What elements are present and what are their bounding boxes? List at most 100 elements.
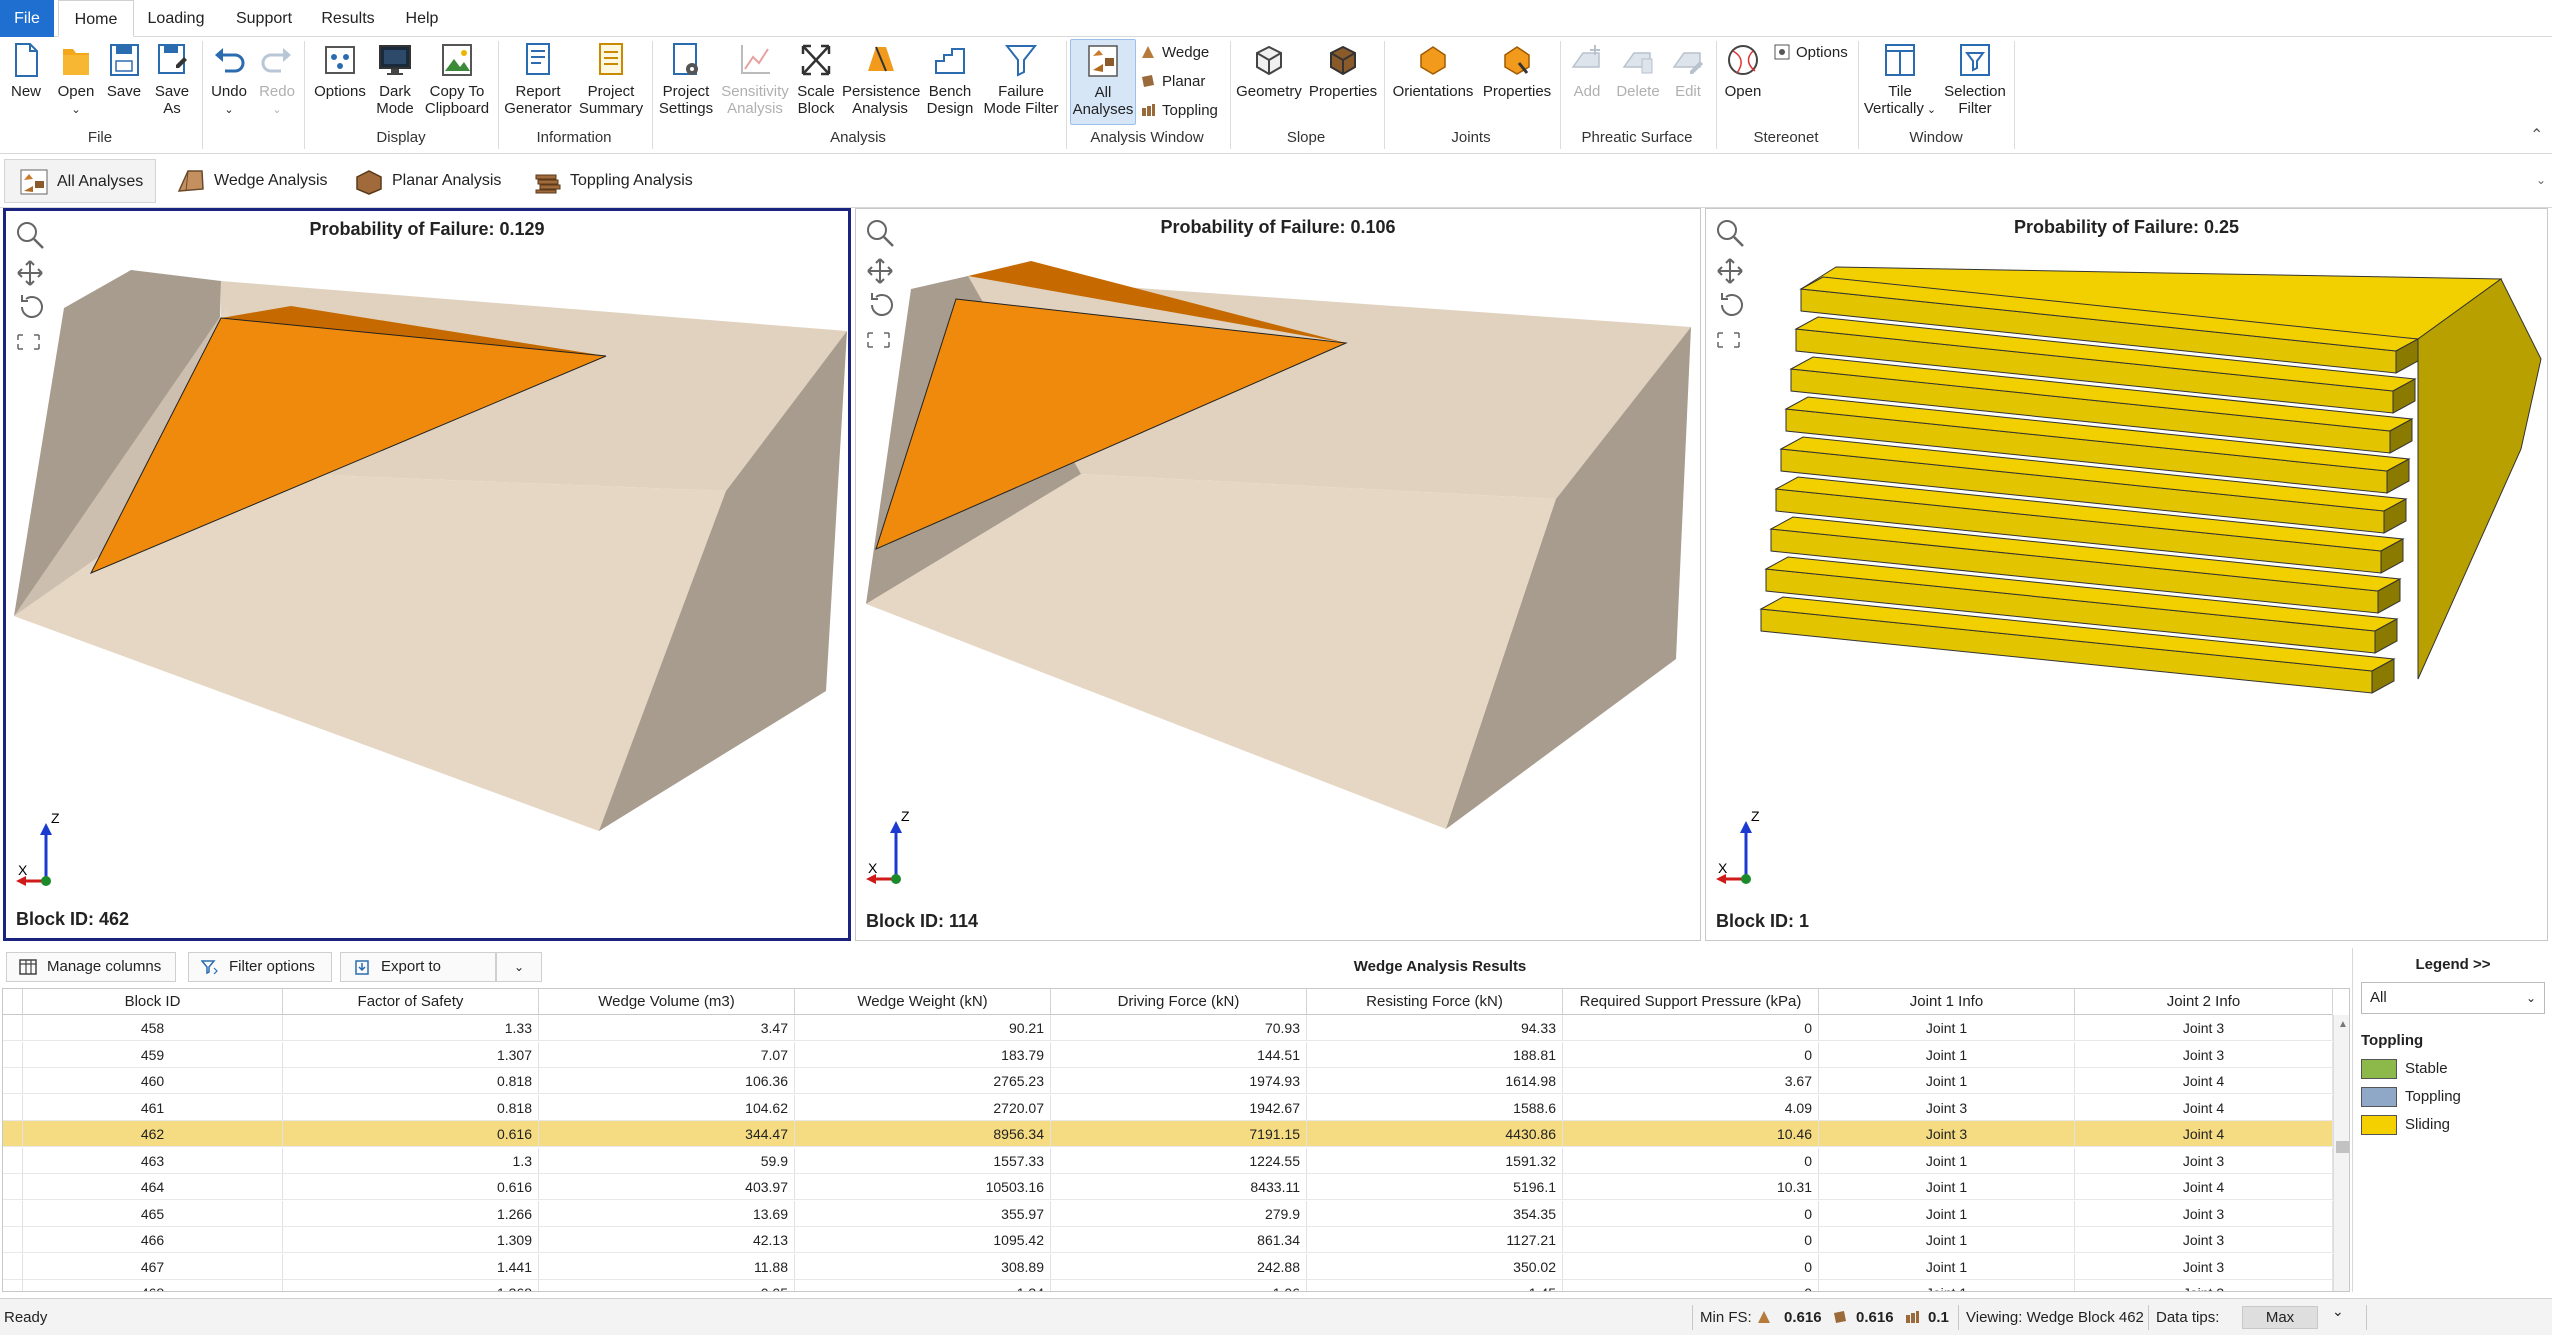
zoom-extents-icon[interactable]: [1717, 332, 1740, 348]
table-row[interactable]: 465 1.266 13.69 355.97 279.9 354.35 0 Joint 1 Jo…: [3, 1200, 2333, 1227]
collapse-ribbon-icon[interactable]: ⌃: [2530, 125, 2543, 145]
table-row[interactable]: 467 1.441 11.88 308.89 242.88 350.02 0 Joint 1J…: [3, 1253, 2333, 1280]
table-row[interactable]: 461 0.818 104.62 2720.07 1942.67 1588.6 4.09 Jo…: [3, 1094, 2333, 1121]
tab-all-analyses[interactable]: All Analyses: [4, 159, 156, 203]
row-header[interactable]: [3, 1121, 23, 1147]
menu-home[interactable]: Home: [58, 0, 134, 37]
persistence-analysis-button[interactable]: Persistence Analysis: [842, 41, 920, 117]
column-header[interactable]: Driving Force (kN): [1051, 989, 1307, 1015]
pan-icon[interactable]: [17, 260, 43, 286]
table-row[interactable]: 466 1.309 42.13 1095.42 861.34 1127.21 0 Joint …: [3, 1227, 2333, 1253]
chevron-down-icon[interactable]: ⌄: [2332, 1303, 2344, 1320]
column-header[interactable]: Resisting Force (kN): [1307, 989, 1563, 1015]
column-header[interactable]: Joint 1 Info: [1819, 989, 2075, 1015]
column-header[interactable]: Required Support Pressure (kPa): [1563, 989, 1819, 1015]
legend-header[interactable]: Legend >>: [2353, 956, 2552, 973]
table-row[interactable]: 460 0.818 106.36 2765.23 1974.93 1614.98 3.67 J…: [3, 1068, 2333, 1094]
scroll-up-icon[interactable]: ▲: [2338, 1019, 2348, 1030]
table-row[interactable]: 458 1.33 3.47 90.21 70.93 94.33 0 Joint 1 Joint …: [3, 1015, 2333, 1041]
open-button[interactable]: Open ⌄: [54, 41, 98, 119]
table-row[interactable]: 4681.3680.051.341.061.450Joint 1Joint 3: [3, 1280, 2333, 1291]
bench-design-button[interactable]: Bench Design: [922, 41, 978, 117]
column-header[interactable]: Wedge Weight (kN): [795, 989, 1051, 1015]
viewport-wedge[interactable]: Probability of Failure: 0.129 Z X Block …: [3, 208, 851, 941]
manage-columns-button[interactable]: Manage columns: [6, 952, 176, 982]
viewport-toppling[interactable]: Probability of Failure: 0.25 Z X Block I…: [1705, 208, 2548, 941]
menu-results[interactable]: Results: [312, 0, 384, 37]
redo-button[interactable]: Redo ⌄: [256, 41, 298, 119]
row-header[interactable]: [3, 1041, 23, 1068]
tab-planar-analysis[interactable]: Planar Analysis: [340, 159, 510, 203]
table-row[interactable]: 464 0.616 403.97 10503.16 8433.11 5196.1 10.31…: [3, 1174, 2333, 1200]
failure-mode-filter-button[interactable]: Failure Mode Filter: [980, 41, 1062, 117]
legend-filter-select[interactable]: All ⌄: [2361, 982, 2545, 1014]
save-button[interactable]: Save: [104, 41, 144, 100]
report-generator-button[interactable]: Report Generator: [504, 41, 572, 117]
stereonet-open-button[interactable]: Open: [1720, 41, 1766, 100]
sensitivity-analysis-button[interactable]: Sensitivity Analysis: [720, 41, 790, 117]
stereonet-options-button[interactable]: Options: [1774, 43, 1848, 63]
phreatic-add-button[interactable]: Add: [1564, 41, 1610, 100]
project-settings-button[interactable]: Project Settings: [656, 41, 716, 117]
export-csv-button[interactable]: Export to CSV...: [340, 952, 496, 1003]
row-header[interactable]: [3, 1227, 23, 1253]
zoom-extents-icon[interactable]: [867, 332, 890, 348]
rotate-icon[interactable]: [1721, 293, 1743, 316]
slope-properties-button[interactable]: Properties: [1306, 41, 1380, 100]
planar-window-button[interactable]: Planar: [1140, 72, 1205, 92]
selection-filter-button[interactable]: Selection Filter: [1940, 41, 2010, 117]
dark-mode-button[interactable]: Dark Mode: [372, 41, 418, 117]
table-row[interactable]: 462 0.616 344.47 8956.34 7191.15 4430.86 10.46…: [3, 1121, 2333, 1147]
zoom-extents-icon[interactable]: [17, 334, 40, 350]
row-header[interactable]: [3, 1147, 23, 1174]
row-header[interactable]: [3, 1068, 23, 1094]
pan-icon[interactable]: [1717, 258, 1743, 284]
rotate-icon[interactable]: [21, 295, 43, 318]
row-header[interactable]: [3, 1015, 23, 1041]
row-header[interactable]: [3, 1094, 23, 1121]
all-analyses-button[interactable]: All Analyses: [1070, 39, 1136, 125]
tab-toppling-analysis[interactable]: Toppling Analysis: [518, 159, 698, 203]
rotate-icon[interactable]: [871, 293, 893, 316]
menu-support[interactable]: Support: [228, 0, 300, 37]
scale-block-button[interactable]: Scale Block: [794, 41, 838, 117]
data-tips-select[interactable]: Max: [2242, 1306, 2318, 1329]
zoom-icon[interactable]: [17, 222, 44, 249]
row-header[interactable]: [3, 1174, 23, 1200]
column-header[interactable]: Joint 2 Info: [2075, 989, 2333, 1015]
menu-file[interactable]: File: [0, 0, 54, 37]
table-row[interactable]: 463 1.3 59.9 1557.33 1224.55 1591.32 0 Joint 1J…: [3, 1147, 2333, 1174]
menu-help[interactable]: Help: [396, 0, 448, 37]
filter-options-button[interactable]: Filter options: [188, 952, 332, 982]
toppling-window-button[interactable]: Toppling: [1140, 101, 1218, 121]
row-header[interactable]: [3, 1253, 23, 1280]
options-button[interactable]: Options: [310, 41, 370, 100]
phreatic-edit-button[interactable]: Edit: [1666, 41, 1710, 100]
copy-to-clipboard-button[interactable]: Copy To Clipboard: [422, 41, 492, 117]
save-as-button[interactable]: Save As: [150, 41, 194, 117]
phreatic-delete-button[interactable]: Delete: [1612, 41, 1664, 100]
pan-icon[interactable]: [867, 258, 893, 284]
slope-geometry-button[interactable]: Geometry: [1234, 41, 1304, 100]
scrollbar-thumb[interactable]: [2336, 1141, 2349, 1153]
tabstrip-expand-icon[interactable]: ⌄: [2536, 173, 2546, 187]
table-scrollbar[interactable]: ▲: [2333, 1015, 2349, 1291]
row-header[interactable]: [3, 1280, 23, 1291]
undo-button[interactable]: Undo ⌄: [208, 41, 250, 119]
project-summary-button[interactable]: Project Summary: [576, 41, 646, 117]
tile-vertically-button[interactable]: Tile Vertically ⌄: [1862, 41, 1938, 119]
row-header[interactable]: [3, 1200, 23, 1227]
column-header[interactable]: Block ID: [23, 989, 283, 1015]
joint-properties-button[interactable]: Properties: [1480, 41, 1554, 100]
wedge-window-button[interactable]: Wedge: [1140, 43, 1209, 63]
column-header[interactable]: Factor of Safety: [283, 989, 539, 1015]
joint-orientations-button[interactable]: Orientations: [1388, 41, 1478, 100]
viewport-planar[interactable]: Probability of Failure: 0.106 Z X Block …: [855, 208, 1701, 941]
zoom-icon[interactable]: [867, 220, 894, 247]
menu-loading[interactable]: Loading: [140, 0, 212, 37]
export-dropdown-button[interactable]: ⌄: [496, 952, 542, 982]
zoom-icon[interactable]: [1717, 220, 1744, 247]
table-row[interactable]: 459 1.307 7.07 183.79 144.51 188.81 0 Joint 1 Jo…: [3, 1041, 2333, 1068]
new-button[interactable]: New: [6, 41, 46, 100]
column-header[interactable]: Wedge Volume (m3): [539, 989, 795, 1015]
